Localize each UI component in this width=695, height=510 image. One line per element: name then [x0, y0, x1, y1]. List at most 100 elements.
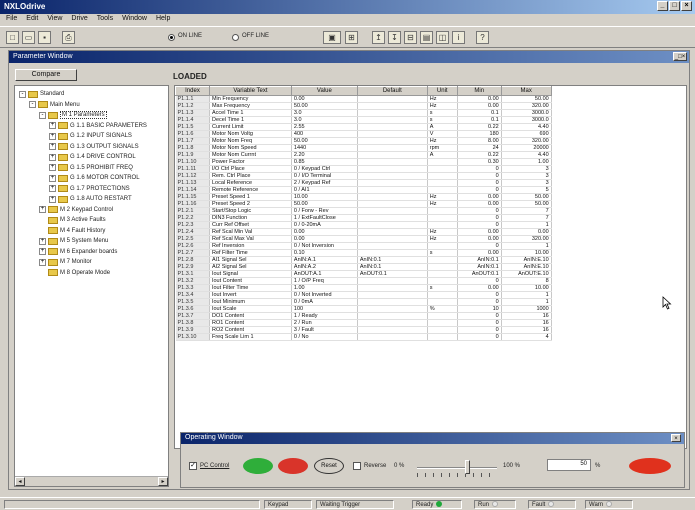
- table-row[interactable]: P1.2.7 Ref Filter Time 0.10 s 0.00 10.00: [175, 249, 687, 257]
- table-cell[interactable]: 2 / Run: [291, 319, 358, 327]
- tree-item[interactable]: + G 1.6 MOTOR CONTROL: [49, 173, 140, 183]
- table-cell[interactable]: 2.55: [291, 123, 358, 131]
- close-icon[interactable]: ×: [681, 1, 692, 11]
- table-row[interactable]: P1.3.6 Iout Scale 100% 10 1000: [175, 305, 687, 313]
- table-row[interactable]: P1.1.2 Max Frequency 50.00 Hz 0.00 320.00: [175, 102, 687, 110]
- tree-item[interactable]: + M 6 Expander boards: [39, 247, 117, 257]
- chart-icon[interactable]: ◫: [436, 31, 449, 44]
- print-icon[interactable]: ⎙: [62, 31, 75, 44]
- table-row[interactable]: P1.1.11 I/O Ctrl Place 0 / Keypad Ctrl 0 3: [175, 165, 687, 173]
- table-row[interactable]: P1.1.7 Motor Nom Freq 50.00 Hz 8.00 320.00: [175, 137, 687, 145]
- table-cell[interactable]: 0 / Not Inverted: [291, 291, 358, 299]
- column-header[interactable]: Max: [500, 86, 552, 96]
- table-cell[interactable]: 0 / 0-20mA: [291, 221, 358, 229]
- parameter-grid[interactable]: Index Variable Text Value Default Unit Min Max…: [174, 85, 687, 449]
- save-icon[interactable]: ▪: [38, 31, 51, 44]
- table-row[interactable]: P1.2.6 Ref Inversion 0 / Not Inversion 0 1: [175, 242, 687, 250]
- table-row[interactable]: P1.2.4 Ref Scal Min Val 0.00 Hz 0.00 0.00: [175, 228, 687, 236]
- table-cell[interactable]: AnIN:A.2: [291, 263, 358, 271]
- connect-icon[interactable]: ▣: [323, 31, 341, 44]
- tree-horizontal-scrollbar[interactable]: ◂ ▸: [15, 476, 168, 486]
- monitor-icon[interactable]: ▤: [420, 31, 433, 44]
- tree-item[interactable]: + G 1.5 PROHIBIT FREQ: [49, 163, 133, 173]
- menu-window[interactable]: Window: [122, 15, 147, 25]
- table-cell[interactable]: 1 / ExtFaultClose: [291, 214, 358, 222]
- table-cell[interactable]: 0 / 0mA: [291, 298, 358, 306]
- table-row[interactable]: P1.1.8 Motor Nom Speed 1440 rpm 24 20000: [175, 144, 687, 152]
- help-icon[interactable]: ?: [476, 31, 489, 44]
- expand-icon[interactable]: +: [39, 206, 46, 213]
- speed-slider-track[interactable]: [417, 467, 497, 469]
- column-header[interactable]: Unit: [426, 86, 458, 96]
- setpoint-input[interactable]: 50: [547, 459, 591, 471]
- tree-item[interactable]: + G 1.4 DRIVE CONTROL: [49, 152, 136, 162]
- table-row[interactable]: P1.1.12 Rem. Ctrl Place 0 / I/O Terminal 0 3: [175, 172, 687, 180]
- table-cell[interactable]: 0 / AI1: [291, 186, 358, 194]
- table-cell[interactable]: 0.00: [291, 235, 358, 243]
- table-row[interactable]: P1.2.3 Curr Ref Offset 0 / 0-20mA 0 1: [175, 221, 687, 229]
- menu-tools[interactable]: Tools: [97, 15, 113, 25]
- table-row[interactable]: P1.1.4 Decel Time 1 3.0 s 0.1 3000.0: [175, 116, 687, 124]
- tree-item[interactable]: M 4 Fault History: [39, 226, 105, 236]
- table-cell[interactable]: 0 / Not Inversion: [291, 242, 358, 250]
- table-cell[interactable]: 400: [291, 130, 358, 138]
- table-cell[interactable]: 3.0: [291, 116, 358, 124]
- tree-item[interactable]: + M 2 Keypad Control: [39, 205, 113, 215]
- table-row[interactable]: P1.1.14 Remote Reference 0 / AI1 0 5: [175, 186, 687, 194]
- speed-slider-thumb[interactable]: [465, 460, 470, 474]
- table-row[interactable]: P1.3.4 Iout Invert 0 / Not Inverted 0 1: [175, 291, 687, 299]
- tree-item[interactable]: + G 1.2 INPUT SIGNALS: [49, 131, 132, 141]
- online-radio[interactable]: [168, 34, 175, 41]
- tree-item[interactable]: - Main Menu: [29, 100, 80, 110]
- table-cell[interactable]: 1440: [291, 144, 358, 152]
- table-row[interactable]: P1.3.3 Iout Filter Time 1.00 s 0.00 10.00: [175, 284, 687, 292]
- table-row[interactable]: P1.2.8 AI1 Signal Sel AnIN:A.1 AnIN:0.1 AnIN…: [175, 256, 687, 264]
- expand-icon[interactable]: +: [49, 132, 56, 140]
- expand-icon[interactable]: +: [49, 164, 56, 171]
- table-row[interactable]: P1.1.16 Preset Speed 2 50.00 Hz 0.00 50.00: [175, 200, 687, 208]
- column-header[interactable]: Variable Text: [208, 86, 292, 96]
- table-row[interactable]: P1.1.13 Local Reference 2 / Keypad Ref 0 3: [175, 179, 687, 187]
- table-cell[interactable]: 50.00: [291, 137, 358, 145]
- table-row[interactable]: P1.2.2 DIN3 Function 1 / ExtFaultClose 0 7: [175, 214, 687, 222]
- column-header[interactable]: Value: [290, 86, 358, 96]
- table-row[interactable]: P1.3.7 DO1 Content 1 / Ready 0 16: [175, 312, 687, 320]
- expand-icon[interactable]: +: [39, 258, 46, 266]
- stop-button[interactable]: [278, 458, 308, 474]
- compare-button[interactable]: Compare: [15, 69, 77, 81]
- download-icon[interactable]: ↧: [388, 31, 401, 44]
- table-cell[interactable]: 0.85: [291, 158, 358, 166]
- table-row[interactable]: P1.3.1 Iout Signal AnOUT:A.1 AnOUT:0.1 AnOUT…: [175, 270, 687, 278]
- table-cell[interactable]: 100: [291, 305, 358, 313]
- table-cell[interactable]: 50.00: [291, 102, 358, 110]
- table-cell[interactable]: 1 / O/P Freq: [291, 277, 358, 285]
- table-cell[interactable]: 3 / Fault: [291, 326, 358, 334]
- table-cell[interactable]: 3.0: [291, 109, 358, 117]
- table-cell[interactable]: 0.00: [291, 228, 358, 236]
- expand-icon[interactable]: +: [49, 174, 56, 182]
- reset-button[interactable]: Reset: [314, 458, 344, 474]
- tree-item[interactable]: M 3 Active Faults: [39, 215, 106, 225]
- pc-control-checkbox[interactable]: ✓: [189, 462, 197, 470]
- tree-item[interactable]: - M 1 Parameters: [39, 110, 107, 120]
- fault-reset-button[interactable]: [629, 458, 671, 474]
- start-button[interactable]: [243, 458, 273, 474]
- minimize-icon[interactable]: _: [657, 1, 668, 11]
- table-row[interactable]: P1.1.15 Preset Speed 1 10.00 Hz 0.00 50.00: [175, 193, 687, 201]
- table-row[interactable]: P1.3.9 RO2 Content 3 / Fault 0 16: [175, 326, 687, 334]
- scroll-right-icon[interactable]: ▸: [158, 477, 168, 486]
- offline-radio[interactable]: [232, 34, 239, 41]
- expand-icon[interactable]: +: [49, 185, 56, 192]
- maximize-icon[interactable]: □: [669, 1, 680, 11]
- tree-item[interactable]: + G 1.3 OUTPUT SIGNALS: [49, 142, 139, 152]
- operating-window-close-icon[interactable]: ×: [671, 434, 681, 442]
- menu-file[interactable]: File: [6, 15, 17, 25]
- expand-icon[interactable]: +: [39, 248, 46, 255]
- column-header[interactable]: Default: [356, 86, 428, 96]
- tree-item[interactable]: + G 1.1 BASIC PARAMETERS: [49, 121, 147, 131]
- table-row[interactable]: P1.1.6 Motor Nom Voltg 400 V 180 690: [175, 130, 687, 138]
- table-cell[interactable]: AnIN:A.1: [291, 256, 358, 264]
- menu-edit[interactable]: Edit: [26, 15, 38, 25]
- table-row[interactable]: P1.2.5 Ref Scal Max Val 0.00 Hz 0.00 320.00: [175, 235, 687, 243]
- expand-icon[interactable]: +: [49, 143, 56, 150]
